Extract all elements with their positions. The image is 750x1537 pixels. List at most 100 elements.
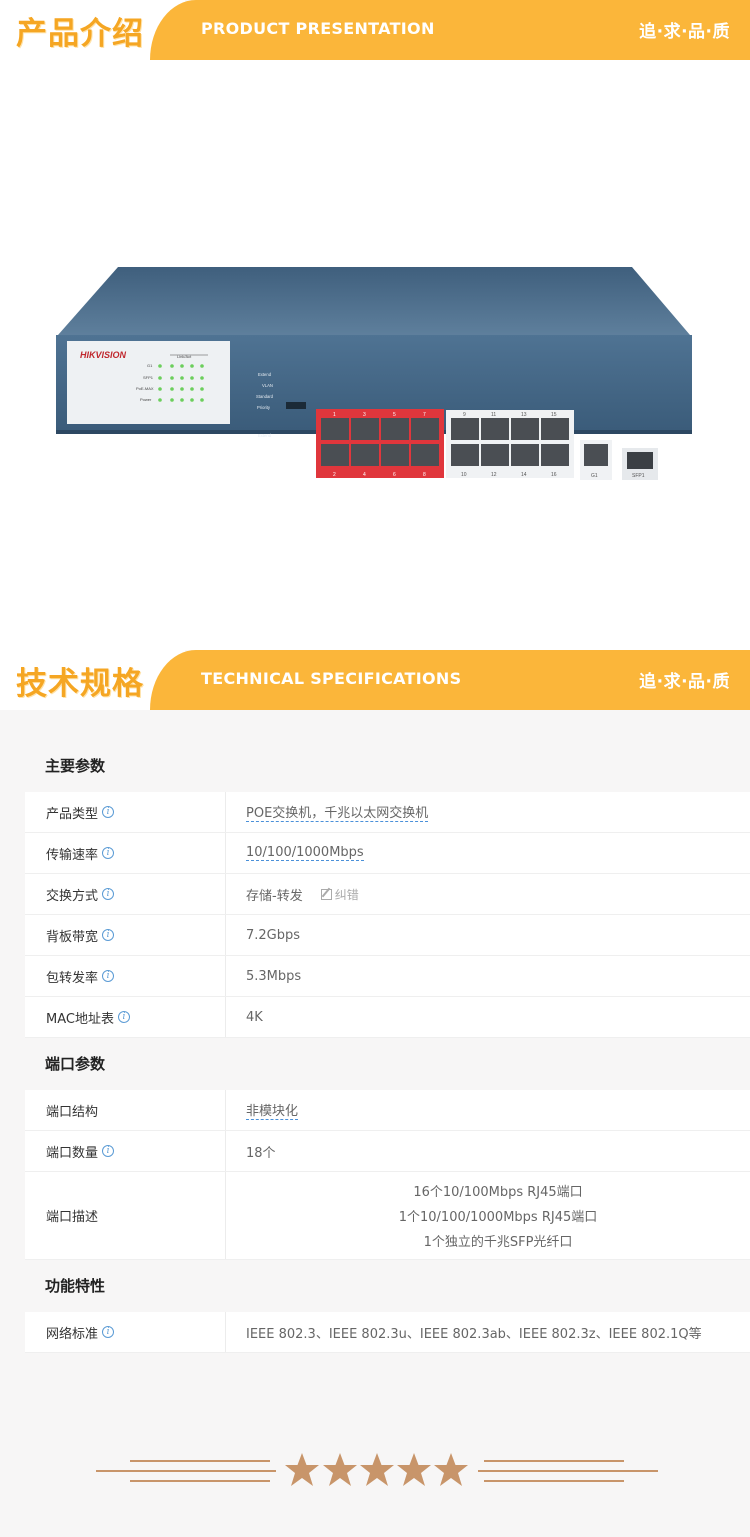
spec-value: 5.3Mbps (246, 968, 302, 984)
svg-text:10: 10 (461, 472, 467, 478)
spec-row: 产品类型 i POE交换机，千兆以太网交换机 (25, 792, 750, 833)
svg-text:13: 13 (521, 412, 527, 418)
correction-button[interactable]: 纠错 (320, 886, 359, 903)
spec-key: 端口描述 (25, 1172, 226, 1259)
spec-value: 存储-转发 纠错 (226, 874, 750, 914)
banner-slogan: 追·求·品·质 (639, 22, 730, 42)
spec-key: 端口数量 i (25, 1131, 226, 1171)
stars-decoration (96, 1452, 658, 1492)
spec-row: 背板带宽 i 7.2Gbps (25, 915, 750, 956)
spec-row: 包转发率 i 5.3Mbps (25, 956, 750, 997)
info-icon[interactable]: i (117, 1011, 130, 1023)
spec-value-link[interactable]: 10/100/1000Mbps (246, 845, 364, 861)
divider-line (478, 1470, 658, 1472)
spec-value-line: 1个独立的千兆SFP光纤口 (423, 1235, 573, 1250)
spec-value-line: 1个10/100/1000Mbps RJ45端口 (398, 1210, 598, 1225)
technical-specifications-banner: 技术规格 TECHNICAL SPECIFICATIONS 追·求·品·质 (0, 650, 750, 710)
spec-value-line: 16个10/100Mbps RJ45端口 (413, 1185, 583, 1200)
correction-label: 纠错 (334, 887, 359, 902)
svg-text:14: 14 (521, 472, 527, 478)
spec-value: IEEE 802.3、IEEE 802.3u、IEEE 802.3ab、IEEE… (246, 1326, 702, 1342)
spec-row: 交换方式 i 存储-转发 纠错 (25, 874, 750, 915)
mode-switch (286, 402, 306, 409)
svg-text:1: 1 (333, 412, 336, 418)
spec-key: MAC地址表 i (25, 997, 226, 1037)
spec-value: 非模块化 (226, 1090, 750, 1130)
divider-line (484, 1480, 624, 1482)
info-icon[interactable]: i (102, 888, 115, 900)
front-label-g1: G1 (147, 363, 153, 368)
info-icon[interactable]: i (102, 1145, 115, 1157)
g1-port (584, 444, 608, 466)
svg-text:16: 16 (551, 472, 557, 478)
svg-text:15: 15 (551, 412, 557, 418)
banner-cn-title: 产品介绍 (16, 16, 144, 52)
section-title-main: 主要参数 (45, 757, 106, 775)
svg-text:5: 5 (393, 412, 396, 418)
svg-text:7: 7 (423, 412, 426, 418)
spec-key: 传输速率 i (25, 833, 226, 873)
star-icon (397, 1453, 431, 1486)
spec-value: 18个 (246, 1145, 276, 1161)
mode-label-extend: Extend (258, 433, 272, 438)
g1-port-label: G1 (591, 473, 598, 479)
divider-line (130, 1460, 270, 1462)
info-icon[interactable]: i (102, 1326, 115, 1338)
spec-row: 网络标准 i IEEE 802.3、IEEE 802.3u、IEEE 802.3a… (25, 1312, 750, 1353)
mode-label-extend-2: Extend (258, 372, 272, 377)
spec-row: 端口数量 i 18个 (25, 1131, 750, 1172)
info-icon[interactable]: i (102, 806, 115, 818)
svg-text:2: 2 (333, 472, 336, 478)
mode-label-vlan: VLAN (262, 383, 273, 388)
info-icon[interactable]: i (102, 970, 115, 982)
spec-key: 端口结构 (25, 1090, 226, 1130)
mode-label-standard: Standard (256, 394, 274, 399)
star-icon (323, 1453, 357, 1486)
spec-value-text: 存储-转发 (246, 888, 303, 904)
section-title-ports: 端口参数 (45, 1055, 106, 1073)
spec-row: MAC地址表 i 4K (25, 997, 750, 1038)
star-icon (285, 1453, 319, 1486)
spec-value: 10/100/1000Mbps (226, 833, 750, 873)
info-icon[interactable]: i (102, 929, 115, 941)
spec-value: 7.2Gbps (246, 927, 301, 943)
banner-en-title: TECHNICAL SPECIFICATIONS (201, 669, 462, 688)
spec-value: 16个10/100Mbps RJ45端口 1个10/100/1000Mbps R… (226, 1172, 750, 1259)
spec-key: 交换方式 i (25, 874, 226, 914)
star-icon (360, 1453, 394, 1486)
svg-text:11: 11 (491, 412, 496, 418)
star-icon (434, 1453, 468, 1486)
banner-cn-title: 技术规格 (16, 666, 144, 702)
front-label-power: Power (140, 397, 152, 402)
front-label-sfp1: SFP1 (143, 375, 154, 380)
spec-key: 产品类型 i (25, 792, 226, 832)
product-presentation-banner: 产品介绍 PRODUCT PRESENTATION 追·求·品·质 (0, 0, 750, 60)
network-switch-image: HIKVISION Link/Act G1 SFP1 PoE-MAX Power… (56, 267, 692, 480)
spec-row: 端口描述 16个10/100Mbps RJ45端口 1个10/100/1000M… (25, 1172, 750, 1260)
mode-label-priority: Priority (257, 405, 271, 410)
spec-value-link[interactable]: 非模块化 (246, 1100, 299, 1120)
spec-row: 传输速率 i 10/100/1000Mbps (25, 833, 750, 874)
svg-text:6: 6 (393, 472, 396, 478)
spec-key: 包转发率 i (25, 956, 226, 996)
spec-value: 4K (246, 1009, 263, 1025)
spec-key: 背板带宽 i (25, 915, 226, 955)
switch-top-panel (58, 267, 690, 335)
svg-text:3: 3 (363, 412, 366, 418)
info-icon[interactable]: i (102, 847, 115, 859)
front-label-poe: PoE-MAX (136, 386, 154, 391)
spec-table: 主要参数 产品类型 i POE交换机，千兆以太网交换机 传输速率 i 10/100/… (25, 740, 750, 1353)
divider-line (484, 1460, 624, 1462)
svg-text:4: 4 (363, 472, 366, 478)
spec-value-link[interactable]: POE交换机，千兆以太网交换机 (246, 802, 429, 822)
sfp-port (627, 452, 653, 469)
divider-line (130, 1480, 270, 1482)
svg-text:12: 12 (491, 472, 497, 478)
svg-text:9: 9 (463, 412, 466, 418)
spec-key: 网络标准 i (25, 1312, 226, 1352)
spec-value: POE交换机，千兆以太网交换机 (226, 792, 750, 832)
product-image-area: HIKVISION Link/Act G1 SFP1 PoE-MAX Power… (0, 60, 750, 650)
section-title-features: 功能特性 (45, 1277, 106, 1295)
spec-area: 主要参数 产品类型 i POE交换机，千兆以太网交换机 传输速率 i 10/100/… (0, 710, 750, 1537)
banner-en-title: PRODUCT PRESENTATION (201, 19, 435, 38)
